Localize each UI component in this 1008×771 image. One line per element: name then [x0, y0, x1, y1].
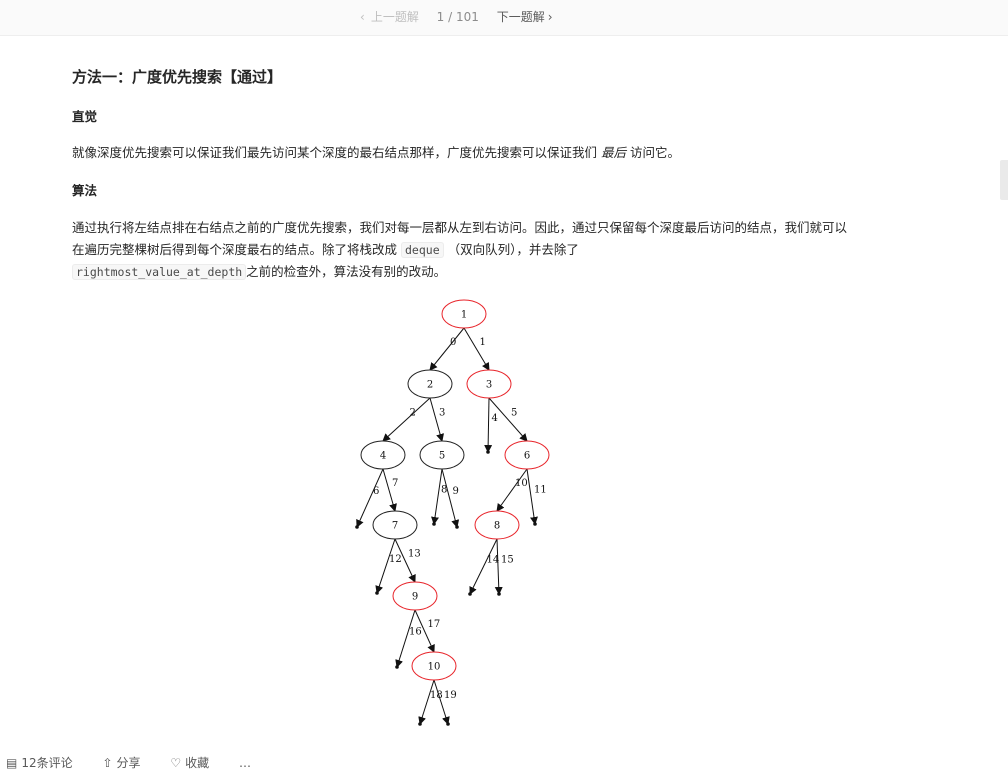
tree-edge-12 [375, 538, 396, 594]
share-icon: ⇧ [102, 756, 113, 770]
tree-edge-15 [494, 538, 503, 595]
tree-edge-19 [433, 679, 450, 725]
tree-node-label-8: 8 [494, 521, 500, 532]
edge-label-17: 17 [428, 619, 441, 630]
tree-edge-10 [496, 468, 528, 512]
tree-edge-11 [526, 468, 538, 525]
null-leaf [486, 450, 490, 454]
tree-node-label-10: 10 [428, 662, 441, 673]
tree-edge-9 [441, 468, 460, 528]
edge-label-2: 2 [410, 408, 416, 419]
null-leaf [446, 722, 450, 726]
favorite-label: 收藏 [185, 756, 210, 770]
tree-node-label-5: 5 [439, 451, 445, 462]
tree-edge-7 [382, 468, 397, 512]
comment-icon: ▤ [6, 756, 18, 770]
edge-label-13: 13 [408, 549, 421, 560]
edge-label-10: 10 [515, 478, 528, 489]
tree-node-label-3: 3 [486, 380, 492, 391]
edge-label-16: 16 [409, 627, 422, 638]
edge-label-1: 1 [480, 337, 486, 348]
favorite-button[interactable]: ♡ 收藏 [170, 756, 209, 770]
share-label: 分享 [116, 756, 141, 770]
null-leaf [533, 522, 537, 526]
tree-edge-16 [395, 609, 416, 668]
edge-label-4: 4 [492, 413, 498, 424]
edge-label-7: 7 [392, 478, 398, 489]
share-button[interactable]: ⇧ 分享 [102, 756, 140, 770]
tree-node-label-1: 1 [461, 310, 467, 321]
more-button[interactable]: … [239, 756, 251, 770]
tree-node-label-4: 4 [380, 451, 386, 462]
null-leaf [418, 722, 422, 726]
comments-label: 12条评论 [21, 756, 73, 770]
tree-node-label-9: 9 [412, 592, 418, 603]
tree-edge-1 [463, 327, 490, 371]
tree-node-label-2: 2 [427, 380, 433, 391]
edge-label-9: 9 [453, 486, 459, 497]
scrollbar-thumb[interactable] [1000, 160, 1008, 200]
edge-label-11: 11 [534, 485, 547, 496]
edge-label-3: 3 [439, 408, 445, 419]
binary-tree-diagram: 0 12 3 4 5678 9101112 1314 15161718 1912 34 5 67 891… [355, 299, 550, 726]
null-leaf [432, 522, 436, 526]
tree-edge-2 [382, 397, 431, 442]
tree-edge-18 [418, 679, 435, 725]
edge-label-18: 18 [430, 690, 443, 701]
comments-button[interactable]: ▤ 12条评论 [6, 756, 73, 770]
null-leaf [497, 592, 501, 596]
tree-node-label-7: 7 [392, 521, 398, 532]
edge-label-0: 0 [450, 337, 456, 348]
null-leaf [355, 525, 359, 529]
edge-label-5: 5 [511, 408, 517, 419]
tree-edge-0 [429, 327, 465, 371]
edge-label-15: 15 [501, 555, 514, 566]
null-leaf [395, 665, 399, 669]
article-footer: ▤ 12条评论 ⇧ 分享 ♡ 收藏 … [6, 754, 277, 771]
edge-label-19: 19 [444, 690, 457, 701]
edge-label-12: 12 [389, 554, 402, 565]
null-leaf [455, 525, 459, 529]
tree-edge-8 [431, 468, 443, 525]
heart-icon: ♡ [170, 756, 182, 770]
tree-edge-3 [429, 397, 444, 442]
tree-node-label-6: 6 [524, 451, 530, 462]
more-icon: … [238, 756, 251, 770]
null-leaf [468, 592, 472, 596]
tree-edge-14 [469, 538, 498, 595]
null-leaf [375, 591, 379, 595]
edge-label-6: 6 [373, 486, 379, 497]
tree-edge-4 [484, 397, 493, 453]
